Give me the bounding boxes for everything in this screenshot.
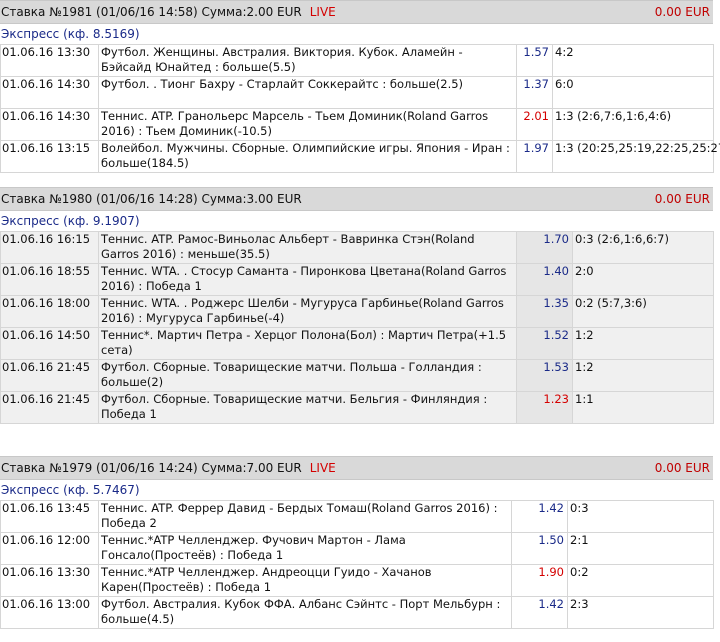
event-description: Теннис. ATP. Рамос-Виньолас Альберт - Ва…	[98, 231, 517, 264]
event-score: 1:3 (2:6,7:6,1:6,4:6)	[552, 108, 714, 141]
event-score: 1:3 (20:25,25:19,22:25,25:27)	[552, 140, 720, 173]
bet-events-table: 01.06.16 13:45 Теннис. ATP. Феррер Давид …	[0, 500, 714, 629]
event-date: 01.06.16 13:30	[0, 564, 99, 597]
event-date: 01.06.16 18:55	[0, 263, 99, 296]
bet-header: Ставка №1979 (01/06/16 14:24) Сумма:7.00…	[0, 456, 713, 480]
bet-block-1980: Ставка №1980 (01/06/16 14:28) Сумма:3.00…	[0, 187, 714, 424]
event-score: 1:1	[572, 391, 714, 424]
event-odds: 1.50	[511, 532, 568, 565]
table-row: 01.06.16 21:45 Футбол. Сборные. Товарищес…	[0, 391, 714, 424]
bet-result: 0.00 EUR	[654, 5, 710, 19]
bet-title: Ставка №1981 (01/06/16 14:58) Сумма:2.00…	[1, 5, 302, 19]
event-odds: 1.42	[511, 500, 568, 533]
event-date: 01.06.16 16:15	[0, 231, 99, 264]
event-date: 01.06.16 13:30	[0, 44, 99, 77]
bet-events-table: 01.06.16 16:15 Теннис. ATP. Рамос-Виньола…	[0, 231, 714, 424]
event-description: Теннис.*ATP Челленджер. Фучович Мартон -…	[98, 532, 512, 565]
table-row: 01.06.16 18:55 Теннис. WTA. . Стосур Сама…	[0, 263, 714, 296]
event-odds: 1.35	[516, 295, 573, 328]
table-row: 01.06.16 13:30 Футбол. Женщины. Австралия…	[0, 44, 714, 77]
event-odds: 1.23	[516, 391, 573, 424]
event-date: 01.06.16 13:15	[0, 140, 99, 173]
event-description: Футбол. . Тионг Бахру - Старлайт Соккера…	[98, 76, 517, 109]
table-row: 01.06.16 12:00 Теннис.*ATP Челленджер. Фу…	[0, 532, 714, 565]
event-score: 0:3 (2:6,1:6,6:7)	[572, 231, 714, 264]
event-odds: 1.52	[516, 327, 573, 360]
event-date: 01.06.16 14:30	[0, 108, 99, 141]
event-score: 0:3	[567, 500, 714, 533]
event-odds: 1.57	[516, 44, 553, 77]
bet-type: Экспресс (кф. 5.7467)	[1, 483, 140, 497]
bet-block-1979: Ставка №1979 (01/06/16 14:24) Сумма:7.00…	[0, 456, 714, 629]
event-description: Теннис*. Мартич Петра - Херцог Полона(Бо…	[98, 327, 517, 360]
bet-title: Ставка №1980 (01/06/16 14:28) Сумма:3.00…	[1, 192, 302, 206]
event-score: 1:2	[572, 359, 714, 392]
live-badge: LIVE	[309, 461, 336, 475]
table-row: 01.06.16 13:30 Теннис.*ATP Челленджер. Ан…	[0, 564, 714, 597]
bet-result: 0.00 EUR	[654, 192, 710, 206]
event-score: 0:2 (5:7,3:6)	[572, 295, 714, 328]
bet-block-1981: Ставка №1981 (01/06/16 14:58) Сумма:2.00…	[0, 0, 720, 173]
event-description: Теннис.*ATP Челленджер. Андреоцци Гуидо …	[98, 564, 512, 597]
event-score: 1:2	[572, 327, 714, 360]
event-description: Волейбол. Мужчины. Сборные. Олимпийские …	[98, 140, 517, 173]
table-row: 01.06.16 13:00 Футбол. Австралия. Кубок Ф…	[0, 596, 714, 629]
live-badge: LIVE	[309, 5, 336, 19]
event-score: 6:0	[552, 76, 714, 109]
event-score: 2:3	[567, 596, 714, 629]
table-row: 01.06.16 21:45 Футбол. Сборные. Товарищес…	[0, 359, 714, 392]
table-row: 01.06.16 13:15 Волейбол. Мужчины. Сборные…	[0, 140, 720, 173]
event-odds: 2.01	[516, 108, 553, 141]
event-date: 01.06.16 21:45	[0, 359, 99, 392]
event-score: 2:1	[567, 532, 714, 565]
bet-type: Экспресс (кф. 8.5169)	[1, 27, 140, 41]
bet-header: Ставка №1981 (01/06/16 14:58) Сумма:2.00…	[0, 0, 713, 24]
event-description: Теннис. WTA. . Стосур Саманта - Пиронков…	[98, 263, 517, 296]
bet-result: 0.00 EUR	[654, 461, 710, 475]
event-date: 01.06.16 18:00	[0, 295, 99, 328]
event-odds: 1.97	[516, 140, 553, 173]
event-date: 01.06.16 13:45	[0, 500, 99, 533]
event-description: Теннис. ATP. Гранольерс Марсель - Тьем Д…	[98, 108, 517, 141]
event-date: 01.06.16 14:30	[0, 76, 99, 109]
event-description: Теннис. WTA. . Роджерс Шелби - Мугуруса …	[98, 295, 517, 328]
event-score: 4:2	[552, 44, 714, 77]
event-odds: 1.40	[516, 263, 573, 296]
bet-type: Экспресс (кф. 9.1907)	[1, 214, 140, 228]
bet-header: Ставка №1980 (01/06/16 14:28) Сумма:3.00…	[0, 187, 713, 211]
event-description: Теннис. ATP. Феррер Давид - Бердых Томаш…	[98, 500, 512, 533]
event-description: Футбол. Женщины. Австралия. Виктория. Ку…	[98, 44, 517, 77]
event-description: Футбол. Австралия. Кубок ФФА. Албанс Сэй…	[98, 596, 512, 629]
event-description: Футбол. Сборные. Товарищеские матчи. Бел…	[98, 391, 517, 424]
event-odds: 1.53	[516, 359, 573, 392]
event-date: 01.06.16 12:00	[0, 532, 99, 565]
event-odds: 1.90	[511, 564, 568, 597]
table-row: 01.06.16 18:00 Теннис. WTA. . Роджерс Шел…	[0, 295, 714, 328]
table-row: 01.06.16 14:30 Теннис. ATP. Гранольерс Ма…	[0, 108, 714, 141]
event-date: 01.06.16 14:50	[0, 327, 99, 360]
event-date: 01.06.16 13:00	[0, 596, 99, 629]
event-score: 0:2	[567, 564, 714, 597]
event-odds: 1.42	[511, 596, 568, 629]
event-description: Футбол. Сборные. Товарищеские матчи. Пол…	[98, 359, 517, 392]
bet-title: Ставка №1979 (01/06/16 14:24) Сумма:7.00…	[1, 461, 302, 475]
event-odds: 1.37	[516, 76, 553, 109]
bet-events-table: 01.06.16 13:30 Футбол. Женщины. Австралия…	[0, 44, 720, 173]
table-row: 01.06.16 14:30 Футбол. . Тионг Бахру - Ст…	[0, 76, 714, 109]
event-odds: 1.70	[516, 231, 573, 264]
event-score: 2:0	[572, 263, 714, 296]
event-date: 01.06.16 21:45	[0, 391, 99, 424]
table-row: 01.06.16 13:45 Теннис. ATP. Феррер Давид …	[0, 500, 714, 533]
table-row: 01.06.16 16:15 Теннис. ATP. Рамос-Виньола…	[0, 231, 714, 264]
table-row: 01.06.16 14:50 Теннис*. Мартич Петра - Хе…	[0, 327, 714, 360]
